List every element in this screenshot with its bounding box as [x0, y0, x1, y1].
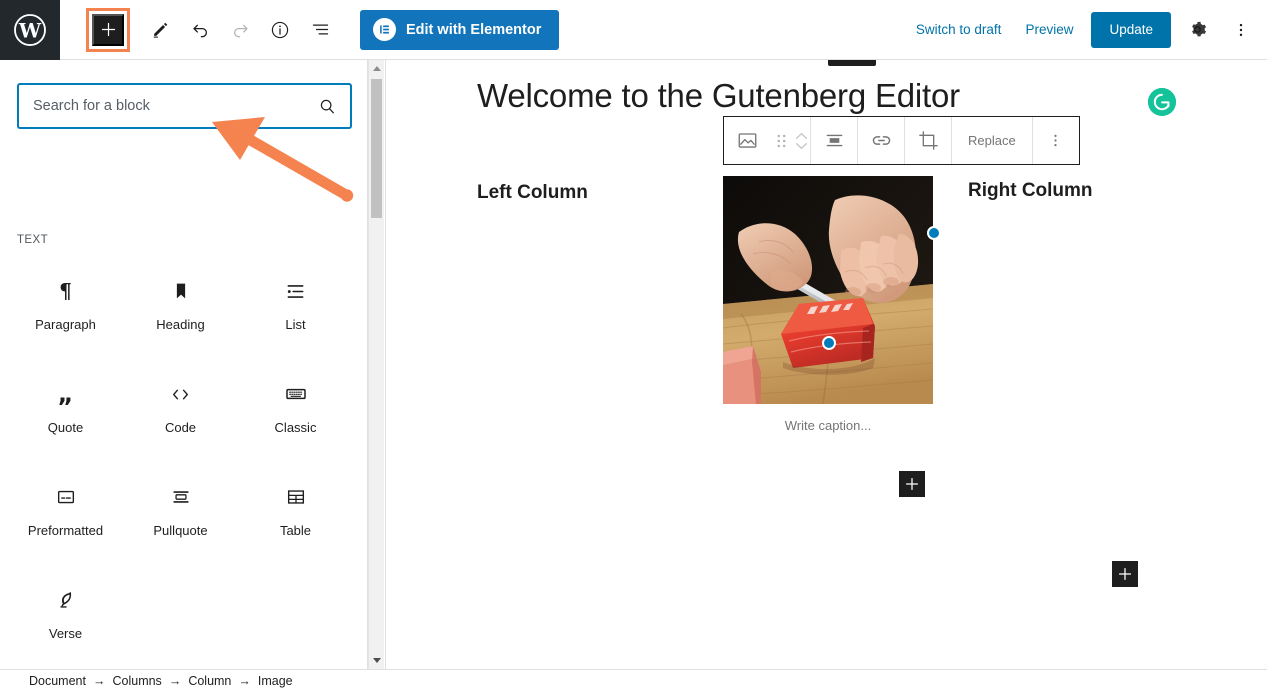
- breadcrumb-separator: →: [168, 673, 182, 688]
- block-label: Code: [164, 420, 197, 435]
- replace-image-button[interactable]: Replace: [952, 117, 1032, 164]
- chevron-up-down-icon[interactable]: [792, 117, 810, 164]
- grammarly-icon[interactable]: [1148, 88, 1176, 116]
- link-icon[interactable]: [858, 117, 904, 164]
- bullet-list-icon: [284, 265, 307, 317]
- image-caption-placeholder[interactable]: Write caption...: [723, 418, 933, 433]
- right-column-text[interactable]: Right Column: [968, 180, 1093, 202]
- update-button[interactable]: Update: [1091, 11, 1171, 48]
- search-block-field[interactable]: [18, 84, 351, 128]
- block-label: List: [285, 317, 306, 332]
- search-input[interactable]: [19, 85, 318, 127]
- code-brackets-icon: [168, 368, 193, 420]
- block-item-code[interactable]: Code: [123, 368, 238, 471]
- pencil-edit-icon[interactable]: [142, 12, 178, 48]
- block-label: Classic: [274, 420, 317, 435]
- add-block-inserter-button[interactable]: [92, 13, 124, 46]
- block-item-heading[interactable]: Heading: [123, 265, 238, 368]
- add-block-inserter-highlight: [86, 7, 130, 52]
- edit-with-elementor-label: Edit with Elementor: [406, 21, 542, 38]
- page-title[interactable]: Welcome to the Gutenberg Editor: [477, 77, 960, 115]
- breadcrumb-item-column[interactable]: Column: [188, 674, 231, 688]
- block-label: Paragraph: [35, 317, 96, 332]
- search-icon: [318, 97, 350, 116]
- more-vertical-dots-icon[interactable]: [1223, 12, 1259, 48]
- crop-icon[interactable]: [905, 117, 951, 164]
- table-grid-icon: [285, 471, 307, 523]
- quote-marks-icon: „: [54, 368, 77, 420]
- info-circle-icon[interactable]: [262, 12, 298, 48]
- block-label: Verse: [48, 626, 83, 641]
- breadcrumb: Document → Columns → Column → Image: [0, 669, 1267, 691]
- block-inserter-panel: TEXT ¶ Paragraph Heading: [0, 60, 368, 669]
- block-appender-nub[interactable]: [828, 60, 876, 66]
- block-item-classic[interactable]: Classic: [238, 368, 353, 471]
- block-grid-text: ¶ Paragraph Heading List „ Quote Code Cl…: [8, 265, 353, 669]
- align-center-icon[interactable]: [811, 117, 857, 164]
- block-label: Preformatted: [27, 523, 104, 538]
- block-item-table[interactable]: Table: [238, 471, 353, 574]
- redo-arrow-icon[interactable]: [222, 12, 258, 48]
- svg-text:„: „: [58, 383, 74, 406]
- image-resize-handle-right[interactable]: [927, 226, 941, 240]
- block-label: Quote: [47, 420, 84, 435]
- block-item-quote[interactable]: „ Quote: [8, 368, 123, 471]
- scroll-up-arrow-icon[interactable]: [369, 60, 384, 77]
- panel-scrollbar[interactable]: [368, 60, 384, 669]
- add-block-button-outer[interactable]: [1112, 561, 1138, 587]
- block-toolbar-group-block: [724, 117, 811, 164]
- breadcrumb-separator: →: [92, 673, 106, 688]
- switch-to-draft-button[interactable]: Switch to draft: [904, 14, 1014, 45]
- block-label: Pullquote: [153, 523, 208, 538]
- block-label: Table: [279, 523, 312, 538]
- drag-dots-icon[interactable]: [770, 117, 792, 164]
- block-item-paragraph[interactable]: ¶ Paragraph: [8, 265, 123, 368]
- left-column-text[interactable]: Left Column: [477, 182, 588, 204]
- breadcrumb-item-columns[interactable]: Columns: [112, 674, 161, 688]
- keyboard-classic-icon: [284, 368, 308, 420]
- breadcrumb-item-image[interactable]: Image: [258, 674, 293, 688]
- editor-canvas: Welcome to the Gutenberg Editor Replace …: [385, 60, 1267, 669]
- block-toolbar-group-more: [1033, 117, 1079, 164]
- heading-bookmark-icon: [170, 265, 192, 317]
- block-item-preformatted[interactable]: Preformatted: [8, 471, 123, 574]
- block-toolbar-group-align: [811, 117, 858, 164]
- block-toolbar-group-link: [858, 117, 905, 164]
- wordpress-logo-icon[interactable]: W: [0, 0, 60, 60]
- svg-text:¶: ¶: [59, 280, 72, 303]
- paragraph-pilcrow-icon: ¶: [54, 265, 77, 317]
- image-resize-handle-bottom[interactable]: [822, 336, 836, 350]
- list-view-icon[interactable]: [302, 12, 338, 48]
- scroll-down-arrow-icon[interactable]: [369, 652, 384, 669]
- block-toolbar-group-crop: [905, 117, 952, 164]
- top-bar-icon-group: [142, 12, 338, 48]
- elementor-logo-icon: [373, 18, 396, 41]
- gutenberg-editor-window: W Edit with Elementor Switch to draft Pr…: [0, 0, 1267, 691]
- image-block[interactable]: [723, 176, 933, 404]
- breadcrumb-separator: →: [238, 673, 251, 688]
- breadcrumb-item-document[interactable]: Document: [29, 674, 86, 688]
- verse-feather-icon: [55, 574, 77, 626]
- add-block-button-inner[interactable]: [899, 471, 925, 497]
- edit-with-elementor-button[interactable]: Edit with Elementor: [360, 9, 560, 50]
- block-label: Heading: [156, 317, 205, 332]
- editor-top-bar: W Edit with Elementor Switch to draft Pr…: [0, 0, 1267, 60]
- top-bar-right-actions: Switch to draft Preview Update: [904, 0, 1267, 59]
- preview-button[interactable]: Preview: [1013, 14, 1085, 45]
- more-vertical-dots-icon[interactable]: [1033, 117, 1079, 164]
- gear-icon[interactable]: [1179, 12, 1215, 48]
- top-bar-left-tools: Edit with Elementor: [60, 0, 560, 59]
- category-label-text: TEXT: [17, 234, 48, 246]
- scrollbar-thumb[interactable]: [371, 79, 382, 218]
- image-block-icon[interactable]: [724, 117, 770, 164]
- block-toolbar: Replace: [723, 116, 1080, 165]
- block-toolbar-group-replace: Replace: [952, 117, 1033, 164]
- preformatted-box-icon: [55, 471, 77, 523]
- undo-arrow-icon[interactable]: [182, 12, 218, 48]
- block-item-verse[interactable]: Verse: [8, 574, 123, 669]
- svg-text:W: W: [18, 19, 42, 43]
- pullquote-lines-icon: [170, 471, 192, 523]
- block-item-list[interactable]: List: [238, 265, 353, 368]
- block-item-pullquote[interactable]: Pullquote: [123, 471, 238, 574]
